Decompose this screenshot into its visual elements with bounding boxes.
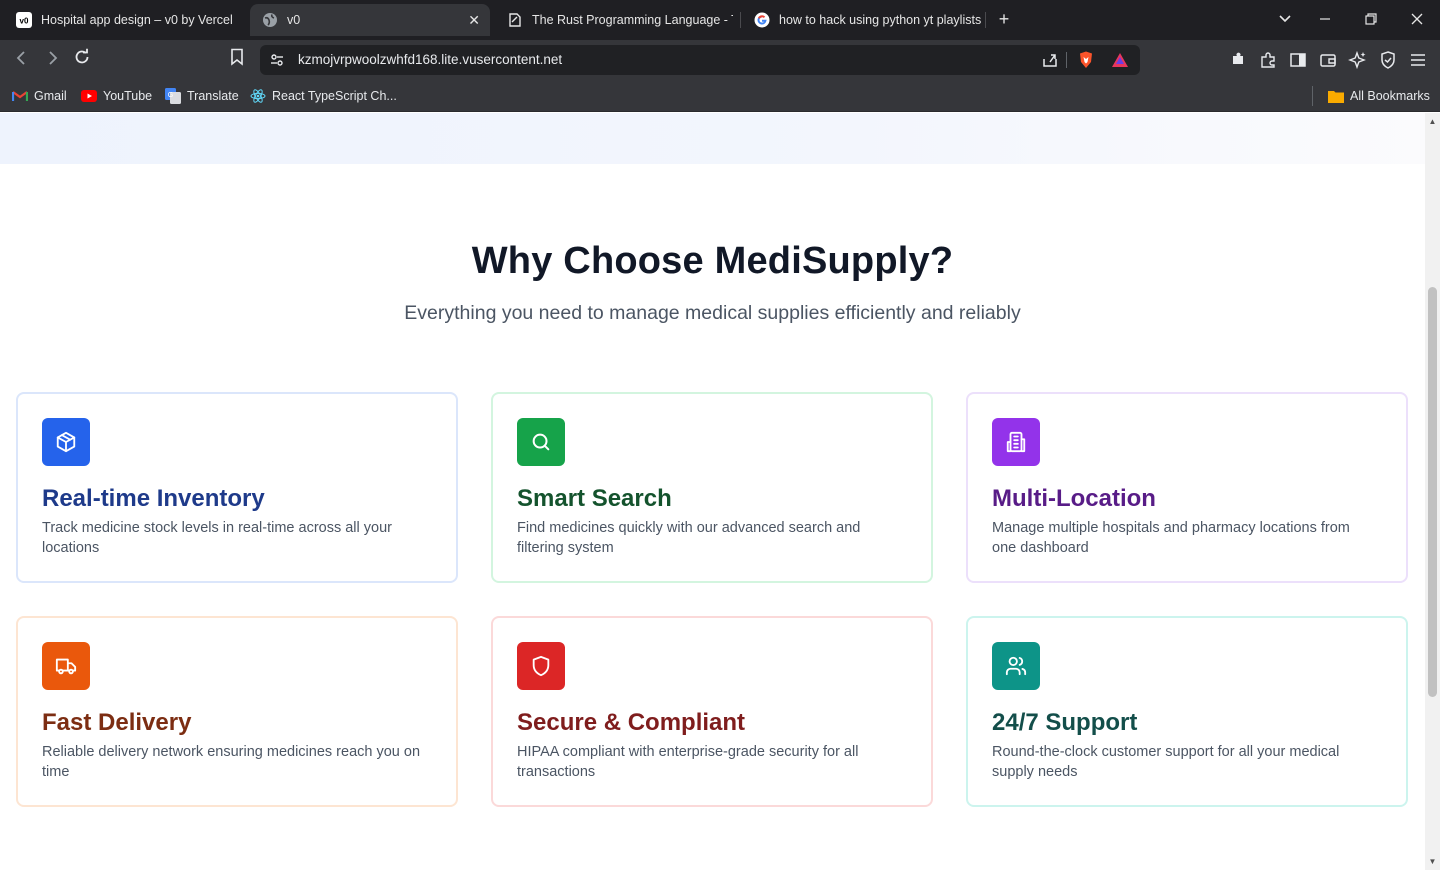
users-icon	[992, 642, 1040, 690]
bookmark-youtube[interactable]: YouTube	[81, 87, 152, 105]
document-icon	[507, 12, 523, 28]
feature-card-secure-compliant: Secure & Compliant HIPAA compliant with …	[491, 616, 933, 807]
feature-card-title: Real-time Inventory	[42, 485, 265, 512]
bookmark-label: Translate	[187, 89, 239, 103]
bookmarks-divider	[1312, 86, 1313, 106]
box-icon	[42, 418, 90, 466]
feature-card-title: Smart Search	[517, 485, 672, 512]
feature-card-title: Multi-Location	[992, 485, 1156, 512]
features-subtitle: Everything you need to manage medical su…	[404, 302, 1021, 324]
page-viewport: Why Choose MediSupply? Everything you ne…	[0, 113, 1425, 870]
building-icon	[992, 418, 1040, 466]
scroll-up-icon[interactable]: ▲	[1428, 117, 1437, 126]
feature-card-description: Manage multiple hospitals and pharmacy l…	[992, 520, 1350, 556]
hero-section-bottom	[0, 113, 1425, 164]
all-bookmarks-label: All Bookmarks	[1350, 89, 1430, 103]
vpn-shield-icon[interactable]	[1378, 50, 1398, 70]
bookmark-label: React TypeScript Ch...	[272, 89, 397, 103]
extension-puzzle-icon[interactable]	[1228, 50, 1248, 70]
bookmark-react-typescript[interactable]: React TypeScript Ch...	[250, 87, 397, 105]
globe-icon	[262, 12, 278, 28]
folder-icon	[1328, 88, 1344, 104]
bookmarks-bar: Gmail YouTube G Translate React TypeScri…	[0, 80, 1440, 112]
back-icon[interactable]	[10, 48, 34, 72]
svg-text:v0: v0	[20, 17, 29, 26]
feature-card-description: HIPAA compliant with enterprise-grade se…	[517, 744, 859, 780]
brave-rewards-icon[interactable]	[1110, 50, 1130, 70]
bookmark-label: YouTube	[103, 89, 153, 103]
menu-icon[interactable]	[1408, 50, 1428, 70]
feature-card-description: Find medicines quickly with our advanced…	[517, 520, 861, 556]
feature-card-smart-search: Smart Search Find medicines quickly with…	[491, 392, 933, 583]
scrollbar-thumb[interactable]	[1428, 287, 1437, 697]
gmail-icon	[12, 88, 28, 104]
feature-card-description: Round-the-clock customer support for all…	[992, 744, 1340, 780]
tab-title: v0	[287, 13, 301, 27]
address-bar[interactable]: kzmojvrpwoolzwhfd168.lite.vusercontent.n…	[260, 45, 1140, 75]
bookmark-translate[interactable]: G Translate	[165, 87, 239, 105]
minimize-icon[interactable]	[1313, 8, 1337, 32]
tab-separator	[985, 12, 986, 28]
tab-v0[interactable]: v0 ✕	[250, 4, 490, 36]
react-icon	[250, 88, 266, 104]
tab-separator	[740, 12, 741, 28]
tab-title: how to hack using python yt playlists	[779, 13, 982, 27]
all-bookmarks-button[interactable]: All Bookmarks	[1328, 87, 1430, 105]
url-text: kzmojvrpwoolzwhfd168.lite.vusercontent.n…	[298, 52, 563, 67]
feature-card-real-time-inventory: Real-time Inventory Track medicine stock…	[16, 392, 458, 583]
tab-title: The Rust Programming Language - T	[532, 13, 733, 27]
tab-rust-book[interactable]: The Rust Programming Language - T	[495, 4, 733, 36]
reload-icon[interactable]	[70, 48, 94, 72]
bookmark-gmail[interactable]: Gmail	[12, 87, 67, 105]
tab-google-search[interactable]: how to hack using python yt playlists	[742, 4, 982, 36]
tab-hospital-app-design[interactable]: v0 Hospital app design – v0 by Vercel	[4, 4, 244, 36]
page-scrollbar[interactable]: ▲ ▼	[1425, 113, 1440, 870]
feature-card-support: 24/7 Support Round-the-clock customer su…	[966, 616, 1408, 807]
leo-ai-icon[interactable]	[1348, 50, 1368, 70]
share-icon[interactable]	[1040, 50, 1060, 70]
feature-card-fast-delivery: Fast Delivery Reliable delivery network …	[16, 616, 458, 807]
brave-shields-icon[interactable]	[1076, 50, 1096, 70]
features-title: Why Choose MediSupply?	[471, 240, 954, 282]
new-tab-button[interactable]: +	[993, 8, 1015, 30]
tab-search-chevron-icon[interactable]	[1273, 8, 1297, 32]
feature-card-title: 24/7 Support	[992, 709, 1138, 736]
sidebar-icon[interactable]	[1288, 50, 1308, 70]
google-icon	[754, 12, 770, 28]
tab-title: Hospital app design – v0 by Vercel	[41, 13, 233, 27]
feature-card-description: Track medicine stock levels in real-time…	[42, 520, 392, 556]
feature-card-multi-location: Multi-Location Manage multiple hospitals…	[966, 392, 1408, 583]
extensions-icon[interactable]	[1258, 50, 1278, 70]
wallet-icon[interactable]	[1318, 50, 1338, 70]
close-tab-icon[interactable]: ✕	[468, 12, 480, 29]
tab-strip: v0 Hospital app design – v0 by Vercel v0…	[0, 0, 1440, 40]
close-window-icon[interactable]	[1405, 8, 1429, 32]
restore-icon[interactable]	[1359, 8, 1383, 32]
shield-icon	[517, 642, 565, 690]
v0-logo-icon: v0	[16, 12, 32, 28]
google-translate-icon: G	[165, 88, 181, 104]
feature-card-title: Secure & Compliant	[517, 709, 746, 736]
scroll-down-icon[interactable]: ▼	[1428, 857, 1437, 866]
bookmark-label: Gmail	[34, 89, 67, 103]
feature-card-description: Reliable delivery network ensuring medic…	[42, 744, 421, 780]
youtube-icon	[81, 88, 97, 104]
site-info-icon[interactable]	[269, 52, 285, 68]
omnibox-divider	[1066, 52, 1067, 68]
feature-card-title: Fast Delivery	[42, 709, 192, 736]
bookmark-icon[interactable]	[225, 48, 249, 72]
forward-icon[interactable]	[40, 48, 64, 72]
svg-text:G: G	[168, 92, 173, 99]
search-icon	[517, 418, 565, 466]
truck-icon	[42, 642, 90, 690]
